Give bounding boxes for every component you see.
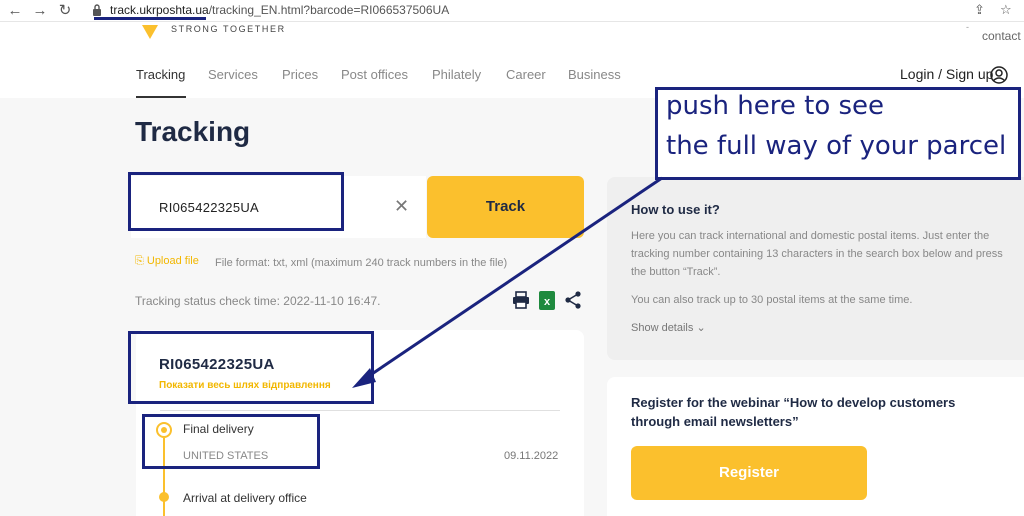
annotation-arrow [352, 176, 663, 388]
